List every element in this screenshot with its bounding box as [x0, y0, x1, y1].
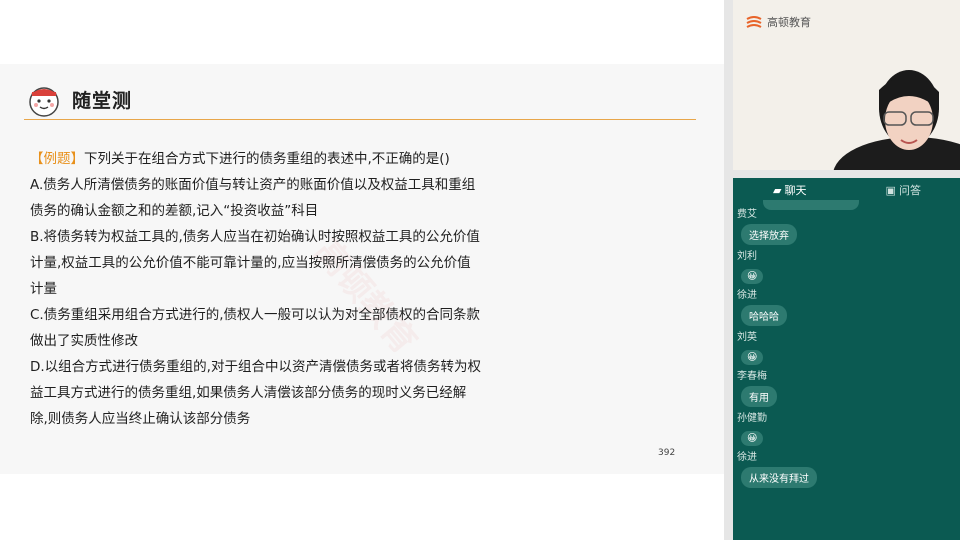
option-line: 计量,权益工具的公允价值不能可靠计量的,应当按照所清偿债务的公允价值 [30, 255, 471, 271]
message-username: 徐进 [737, 452, 757, 463]
chat-panel: ▰ 聊天 ▣ 问答 费艾 选择放弃 刘利 😀 徐进 哈哈哈 刘英 😀 李春梅 有… [733, 178, 960, 540]
question-body: 【例题】下列关于在组合方式下进行的债务重组的表述中,不正确的是() A.债务人所… [30, 146, 514, 432]
option-line: 做出了实质性修改 [30, 333, 138, 349]
qa-icon: ▣ [885, 183, 896, 197]
tab-chat[interactable]: ▰ 聊天 [733, 178, 847, 202]
option-line: 除,则债务人应当终止确认该部分债务 [30, 411, 251, 427]
emoji-bubble: 😀 [741, 269, 764, 284]
chat-message: 李春梅 有用 [737, 370, 957, 407]
message-bubble: 从来没有拜过 [741, 467, 817, 488]
chat-icon: ▰ [773, 183, 782, 197]
mascot-icon [29, 87, 59, 117]
tab-qa[interactable]: ▣ 问答 [847, 178, 960, 202]
question-text: 下列关于在组合方式下进行的债务重组的表述中,不正确的是() [84, 151, 450, 167]
chat-message-list[interactable]: 费艾 选择放弃 刘利 😀 徐进 哈哈哈 刘英 😀 李春梅 有用 孙健勤 😀 徐进… [737, 208, 957, 493]
teacher-video[interactable]: 高顿教育 [733, 0, 960, 170]
emoji-bubble: 😀 [741, 431, 764, 446]
option-line: C.债务重组采用组合方式进行的,债权人一般可以认为对全部债权的合同条款 [30, 307, 481, 323]
title-divider [24, 119, 696, 120]
chat-tabs: ▰ 聊天 ▣ 问答 [733, 178, 960, 202]
option-line: 债务的确认金额之和的差额,记入“投资收益”科目 [30, 203, 319, 219]
message-username: 刘利 [737, 251, 757, 262]
question-stem: 【例题】下列关于在组合方式下进行的债务重组的表述中,不正确的是() [30, 146, 514, 172]
option-line: B.将债务转为权益工具的,债务人应当在初始确认时按照权益工具的公允价值 [30, 229, 480, 245]
option-line: D.以组合方式进行债务重组的,对于组合中以资产清偿债务或者将债务转为权 [30, 359, 481, 375]
option-line: 益工具方式进行的债务重组,如果债务人清偿该部分债务的现时义务已经解 [30, 385, 467, 401]
message-username: 孙健勤 [737, 413, 767, 424]
message-username: 费艾 [737, 209, 757, 220]
chat-message: 费艾 选择放弃 [737, 208, 957, 245]
option-line: A.债务人所清偿债务的账面价值与转让资产的账面价值以及权益工具和重组 [30, 177, 476, 193]
chat-message: 刘英 😀 [737, 331, 957, 365]
option-line: 计量 [30, 281, 57, 297]
example-tag: 【例题】 [30, 151, 84, 167]
tab-chat-label: 聊天 [784, 184, 807, 197]
chat-message: 孙健勤 😀 [737, 412, 957, 446]
message-bubble: 有用 [741, 386, 777, 407]
message-username: 李春梅 [737, 371, 767, 382]
chat-message: 徐进 从来没有拜过 [737, 451, 957, 488]
teacher-figure [833, 70, 960, 170]
chat-message: 徐进 哈哈哈 [737, 289, 957, 326]
tab-qa-label: 问答 [898, 184, 921, 197]
message-username: 刘英 [737, 332, 757, 343]
message-username: 徐进 [737, 290, 757, 301]
chat-message: 刘利 😀 [737, 250, 957, 284]
slide-area: 随堂测 高顿教育 【例题】下列关于在组合方式下进行的债务重组的表述中,不正确的是… [0, 0, 724, 540]
slide-title: 随堂测 [72, 90, 133, 112]
message-bubble: 选择放弃 [741, 224, 797, 245]
page-number: 392 [658, 448, 676, 458]
emoji-bubble: 😀 [741, 350, 764, 365]
message-bubble: 哈哈哈 [741, 305, 787, 326]
slide-bottom-strip [0, 474, 724, 540]
